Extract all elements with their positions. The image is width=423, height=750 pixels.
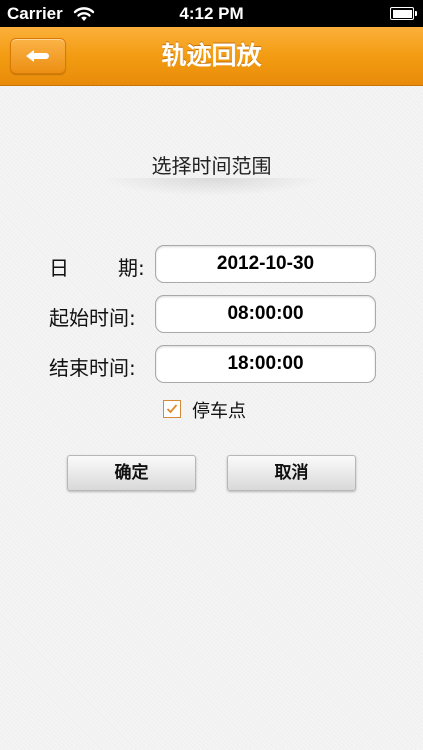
- stop-point-checkbox[interactable]: [163, 400, 181, 418]
- back-arrow-icon: [26, 50, 49, 62]
- date-field[interactable]: 2012-10-30: [155, 245, 376, 283]
- cancel-button[interactable]: 取消: [227, 455, 356, 491]
- section-title: 选择时间范围: [151, 154, 272, 178]
- back-button[interactable]: [10, 38, 66, 74]
- battery-icon: [390, 7, 417, 20]
- date-label: 日期:: [49, 256, 145, 280]
- checkmark-icon: [166, 404, 178, 414]
- start-time-field[interactable]: 08:00:00: [155, 295, 376, 333]
- status-bar: Carrier 4:12 PM: [0, 0, 423, 27]
- end-time-field[interactable]: 18:00:00: [155, 345, 376, 383]
- stop-point-label[interactable]: 停车点: [192, 397, 246, 423]
- navigation-bar: 轨迹回放: [0, 27, 423, 86]
- status-time: 4:12 PM: [179, 4, 244, 23]
- end-time-label: 结束时间:: [49, 356, 136, 380]
- start-time-label: 起始时间:: [49, 306, 136, 330]
- confirm-button[interactable]: 确定: [67, 455, 196, 491]
- title-divider: [100, 178, 323, 196]
